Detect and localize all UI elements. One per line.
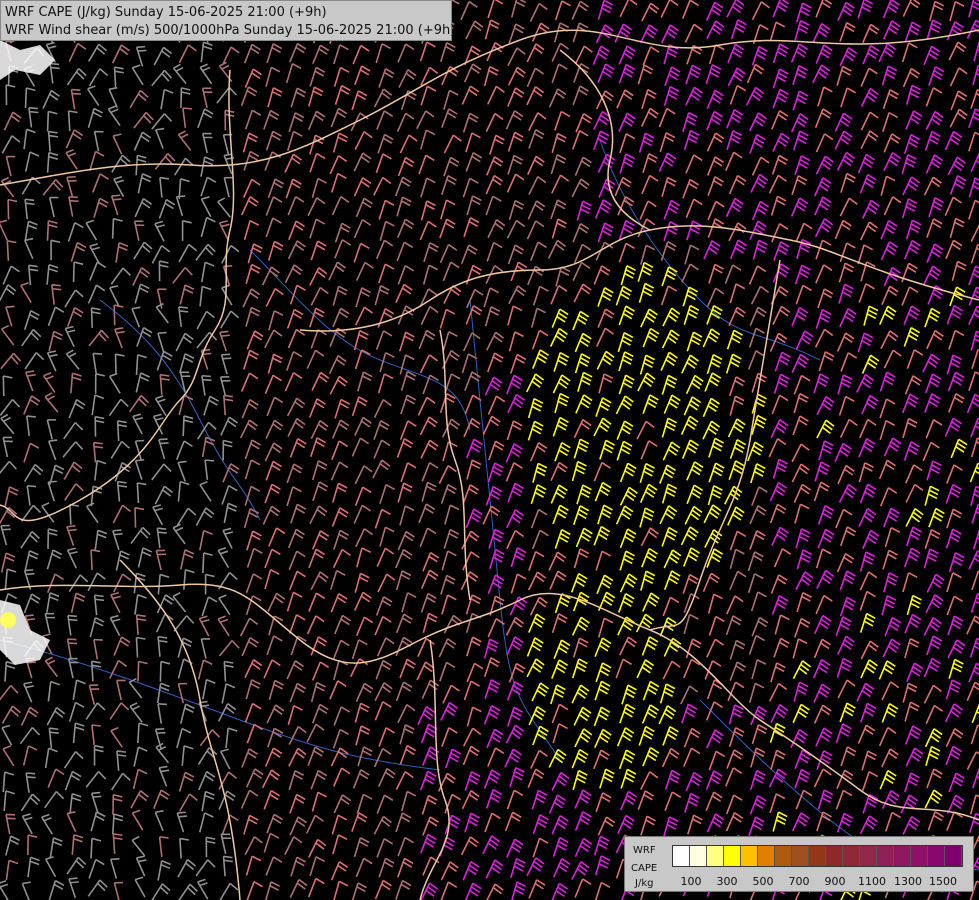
weather-map [0,0,979,900]
legend-label-model: WRF [633,845,656,856]
legend-tick: 500 [752,875,774,888]
legend-tick: 1100 [858,875,886,888]
cape-patch [0,612,16,628]
legend-tick: 100 [680,875,702,888]
legend-color-scale [672,845,963,867]
cape-title: WRF CAPE (J/kg) Sunday 15-06-2025 21:00 … [5,5,327,20]
legend-swatch [758,846,775,866]
map-title-box: WRF CAPE (J/kg) Sunday 15-06-2025 21:00 … [0,0,456,41]
legend-tick: 900 [824,875,846,888]
wind-shear-title: WRF Wind shear (m/s) 500/1000hPa Sunday … [5,23,456,38]
legend-swatch [877,846,894,866]
legend-swatch [673,846,690,866]
legend-swatch [928,846,945,866]
legend-swatch [843,846,860,866]
legend-tick: 700 [788,875,810,888]
legend-swatch [826,846,843,866]
legend-swatch [894,846,911,866]
legend-tick: 1300 [894,875,922,888]
legend-swatch [860,846,877,866]
legend-swatch [945,846,962,866]
legend-swatch [809,846,826,866]
legend-swatch [707,846,724,866]
legend-swatch [724,846,741,866]
legend-label-unit: J/kg [635,878,654,889]
legend-swatch [690,846,707,866]
legend-swatch [792,846,809,866]
legend-swatch [741,846,758,866]
cape-legend: WRF CAPE J/kg 100 300 500 700 900 1100 1… [624,836,974,892]
legend-swatch [911,846,928,866]
legend-tick: 1500 [929,875,957,888]
legend-swatch [775,846,792,866]
legend-tick: 300 [716,875,738,888]
legend-label-field: CAPE [631,863,658,874]
